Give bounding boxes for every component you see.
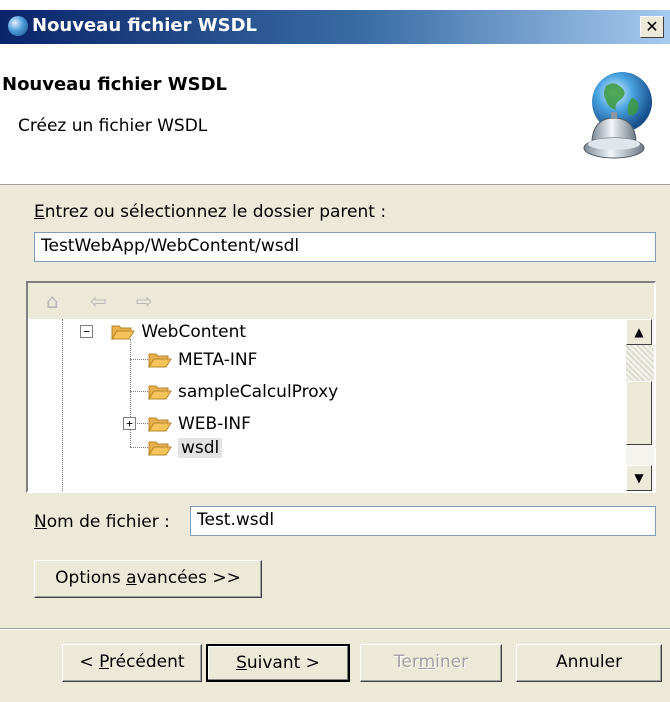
scroll-down-button[interactable]: ▼ [626,465,652,491]
tree-view[interactable]: − WebContent META-INF sampleCalculProxy … [28,319,630,491]
selected-label: wsdl [178,438,223,458]
advanced-options-button[interactable]: Options avancées >> [34,560,262,598]
open-folder-icon [148,353,172,368]
open-folder-icon [148,385,172,400]
filename-label: Nom de fichier : [34,512,170,532]
window-title: Nouveau fichier WSDL [32,15,257,36]
wizard-dialog: Nouveau fichier WSDL ✕ Nouveau fichier W… [0,10,670,702]
wizard-description: Créez un fichier WSDL [18,116,208,136]
wizard-title: Nouveau fichier WSDL [2,74,227,95]
collapse-icon[interactable]: − [80,325,93,338]
tree-item-wsdl[interactable]: wsdl [148,435,223,461]
wizard-header: Nouveau fichier WSDL Créez un fichier WS… [0,44,670,185]
back-arrow-icon[interactable]: ⇦ [90,289,107,313]
finish-button[interactable]: Terminer [360,644,502,682]
parent-folder-label: Entrez ou sélectionnez le dossier parent… [34,202,387,222]
filename-input[interactable]: Test.wsdl [190,506,656,536]
forward-arrow-icon[interactable]: ⇨ [136,289,153,313]
tree-item-webcontent[interactable]: − WebContent [80,319,246,345]
back-button[interactable]: < Précédent [62,644,202,682]
home-icon[interactable]: ⌂ [46,289,59,313]
expand-icon[interactable]: + [123,417,136,430]
scroll-thumb[interactable] [626,381,652,445]
eclipse-icon [8,16,28,36]
next-button[interactable]: Suivant > [206,644,350,682]
tree-item-meta-inf[interactable]: META-INF [148,347,257,373]
open-folder-icon [148,417,172,432]
scroll-up-button[interactable]: ▲ [626,319,652,345]
parent-folder-input[interactable]: TestWebApp/WebContent/wsdl [34,232,656,262]
close-button[interactable]: ✕ [640,16,664,38]
globe-bell-icon [583,72,652,159]
button-separator [0,628,670,630]
cancel-button[interactable]: Annuler [516,644,662,682]
folder-tree: ⌂ ⇦ ⇨ − WebContent META-INF sampleCalcul… [26,281,656,493]
tree-toolbar: ⌂ ⇦ ⇨ [28,283,654,319]
tree-item-samplecalculproxy[interactable]: sampleCalculProxy [148,379,338,405]
tree-item-web-inf[interactable]: + WEB-INF [123,411,251,437]
open-folder-icon [148,441,172,456]
scroll-track[interactable] [626,345,654,381]
open-folder-icon [111,325,136,340]
title-bar[interactable]: Nouveau fichier WSDL ✕ [0,10,670,44]
tree-scrollbar[interactable]: ▲ ▼ [626,319,654,491]
